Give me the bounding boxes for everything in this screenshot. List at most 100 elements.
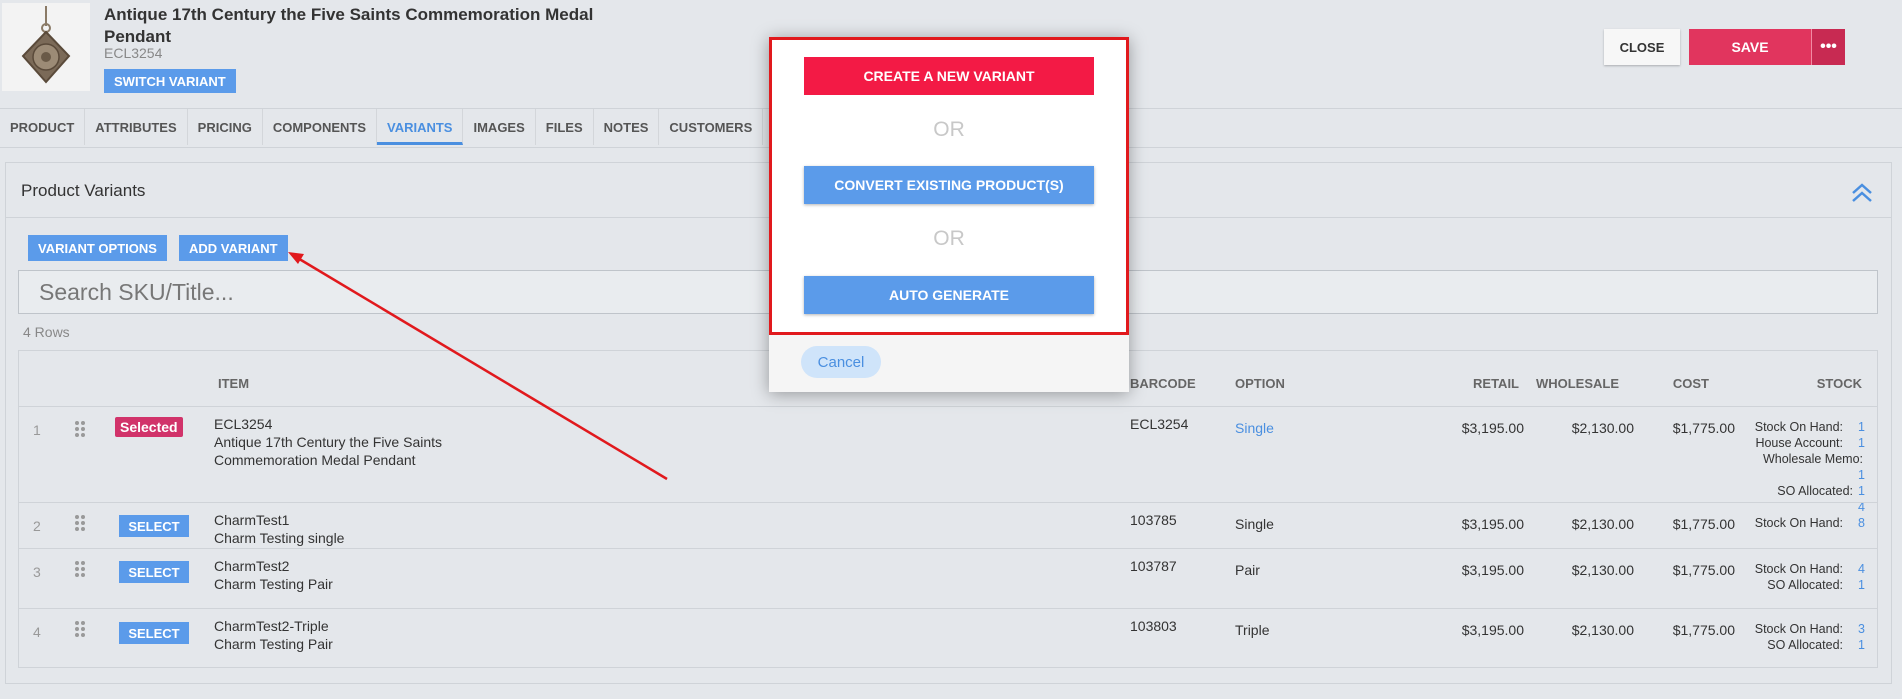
pendant-image-icon	[21, 6, 71, 84]
row-cost: $1,775.00	[1672, 622, 1735, 638]
cancel-button[interactable]: Cancel	[801, 346, 881, 378]
row-barcode: 103787	[1130, 558, 1177, 574]
or-separator: OR	[933, 227, 965, 250]
row-wholesale: $2,130.00	[1571, 420, 1634, 436]
drag-handle-icon[interactable]	[75, 515, 85, 531]
create-new-variant-button[interactable]: CREATE A NEW VARIANT	[804, 57, 1094, 95]
table-row[interactable]: 1 Selected ECL3254 Antique 17th Century …	[19, 406, 1877, 514]
row-stock: Stock On Hand: 8	[1755, 515, 1865, 531]
row-wholesale: $2,130.00	[1571, 622, 1634, 638]
row-sku: CharmTest2-Triple	[214, 618, 329, 634]
table-row[interactable]: 2 SELECT CharmTest1 Charm Testing single…	[19, 502, 1877, 549]
stock-label: SO Allocated:	[1767, 578, 1843, 592]
table-row[interactable]: 3 SELECT CharmTest2 Charm Testing Pair 1…	[19, 548, 1877, 609]
tab-notes[interactable]: NOTES	[594, 109, 660, 145]
tab-images[interactable]: IMAGES	[463, 109, 536, 145]
or-separator: OR	[933, 118, 965, 141]
tab-pricing[interactable]: PRICING	[188, 109, 263, 145]
row-retail: $3,195.00	[1461, 622, 1524, 638]
row-retail: $3,195.00	[1461, 516, 1524, 532]
row-cost: $1,775.00	[1672, 420, 1735, 436]
add-variant-button[interactable]: ADD VARIANT	[179, 235, 288, 261]
more-options-button[interactable]: •••	[1811, 29, 1845, 65]
stock-label: Stock On Hand:	[1754, 420, 1843, 434]
drag-handle-icon[interactable]	[75, 421, 85, 437]
product-title: Antique 17th Century the Five Saints Com…	[104, 5, 594, 46]
variants-table: ITEM BARCODE OPTION RETAIL WHOLESALE COS…	[18, 350, 1878, 668]
drag-handle-icon[interactable]	[75, 561, 85, 577]
stock-value[interactable]: 1	[1843, 467, 1865, 483]
tab-components[interactable]: COMPONENTS	[263, 109, 377, 145]
auto-generate-button[interactable]: AUTO GENERATE	[804, 276, 1094, 314]
tab-product[interactable]: PRODUCT	[0, 109, 86, 145]
stock-value[interactable]: 4	[1843, 561, 1865, 577]
row-stock: Stock On Hand: 4 SO Allocated: 1	[1755, 561, 1865, 593]
stock-value[interactable]: 1	[1853, 483, 1865, 499]
row-option: Pair	[1235, 562, 1260, 578]
row-stock: Stock On Hand: 3 SO Allocated: 1	[1755, 621, 1865, 653]
row-sku: CharmTest2	[214, 558, 290, 574]
select-button[interactable]: SELECT	[119, 561, 189, 583]
row-option-link[interactable]: Single	[1235, 419, 1274, 437]
row-wholesale: $2,130.00	[1571, 562, 1634, 578]
save-button[interactable]: SAVE	[1689, 29, 1811, 65]
header-barcode: BARCODE	[1130, 376, 1196, 391]
select-button[interactable]: SELECT	[119, 515, 189, 537]
row-number: 2	[33, 518, 41, 534]
rows-count: 4 Rows	[23, 324, 70, 340]
stock-label: Stock On Hand:	[1754, 562, 1843, 576]
collapse-chevron-icon[interactable]	[1849, 179, 1875, 205]
table-row[interactable]: 4 SELECT CharmTest2-Triple Charm Testing…	[19, 608, 1877, 668]
stock-value[interactable]: 1	[1843, 435, 1865, 451]
variant-options-button[interactable]: VARIANT OPTIONS	[28, 235, 167, 261]
stock-label: Wholesale Memo:	[1762, 452, 1863, 466]
row-title: Charm Testing Pair	[214, 576, 333, 592]
row-sku: ECL3254	[214, 416, 273, 432]
product-sku: ECL3254	[104, 45, 163, 61]
row-barcode: 103785	[1130, 512, 1177, 528]
stock-value[interactable]: 1	[1843, 419, 1865, 435]
modal-footer: Cancel	[769, 335, 1129, 392]
header-stock: STOCK	[1816, 376, 1862, 391]
row-retail: $3,195.00	[1461, 420, 1524, 436]
selected-badge: Selected	[115, 417, 183, 437]
tab-customers[interactable]: CUSTOMERS	[659, 109, 764, 145]
stock-label: House Account:	[1755, 436, 1843, 450]
row-title: Antique 17th Century the Five Saints Com…	[214, 434, 443, 468]
tab-files[interactable]: FILES	[536, 109, 594, 145]
row-retail: $3,195.00	[1461, 562, 1524, 578]
stock-label: Stock On Hand:	[1754, 622, 1843, 636]
stock-label: SO Allocated:	[1767, 638, 1843, 652]
drag-handle-icon[interactable]	[75, 621, 85, 637]
row-sku: CharmTest1	[214, 512, 290, 528]
stock-value[interactable]: 3	[1843, 621, 1865, 637]
stock-label: Stock On Hand:	[1754, 516, 1843, 530]
row-option: Triple	[1235, 622, 1270, 638]
row-barcode: ECL3254	[1130, 416, 1189, 432]
switch-variant-button[interactable]: SWITCH VARIANT	[104, 69, 236, 93]
tab-attributes[interactable]: ATTRIBUTES	[85, 109, 188, 145]
stock-value[interactable]: 8	[1843, 515, 1865, 531]
stock-value[interactable]: 1	[1843, 577, 1865, 593]
row-number: 1	[33, 422, 41, 438]
header-wholesale: WHOLESALE	[1535, 376, 1619, 391]
select-button[interactable]: SELECT	[119, 622, 189, 644]
row-barcode: 103803	[1130, 618, 1177, 634]
add-variant-modal: CREATE A NEW VARIANT OR CONVERT EXISTING…	[769, 37, 1129, 392]
stock-value[interactable]: 1	[1843, 637, 1865, 653]
row-stock: Stock On Hand: 1 House Account: 1 Wholesal…	[1755, 419, 1865, 515]
row-cost: $1,775.00	[1672, 562, 1735, 578]
row-number: 4	[33, 624, 41, 640]
row-title: Charm Testing Pair	[214, 636, 333, 652]
tab-variants[interactable]: VARIANTS	[377, 109, 464, 145]
close-button[interactable]: CLOSE	[1604, 29, 1680, 65]
convert-existing-products-button[interactable]: CONVERT EXISTING PRODUCT(S)	[804, 166, 1094, 204]
product-thumbnail[interactable]	[2, 3, 90, 91]
stock-value[interactable]	[1863, 451, 1865, 467]
header-cost: COST	[1672, 376, 1709, 391]
header-option: OPTION	[1235, 376, 1285, 391]
row-option: Single	[1235, 516, 1274, 532]
stock-label: SO Allocated:	[1777, 484, 1853, 498]
row-number: 3	[33, 564, 41, 580]
row-title: Charm Testing single	[214, 530, 345, 546]
